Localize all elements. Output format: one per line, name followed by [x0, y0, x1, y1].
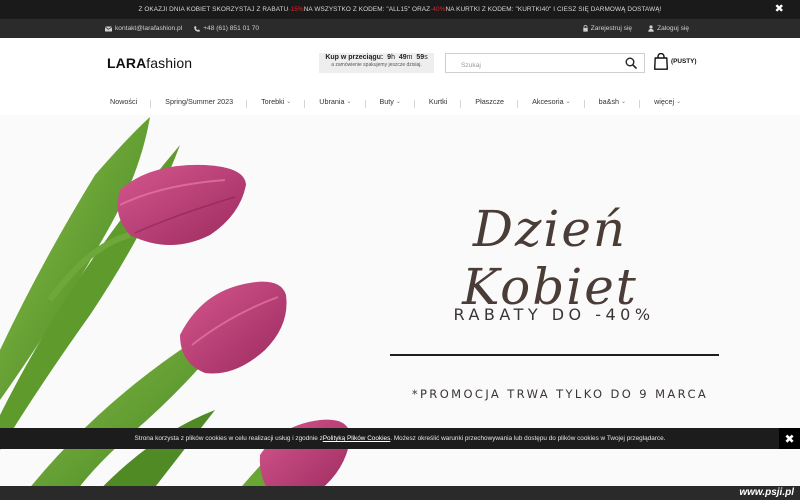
contact-bar: kontakt@larafashion.pl +48 (61) 851 01 7… [0, 19, 800, 38]
login-link[interactable]: Zaloguj się [648, 25, 689, 32]
search-input[interactable] [446, 56, 616, 75]
countdown-label: Kup w przeciągu: [325, 54, 384, 61]
bottom-bar [0, 486, 800, 500]
nav-label: Kurtki [428, 96, 448, 106]
nav-label: więcej [654, 96, 675, 106]
nav-item-plaszcze[interactable]: Płaszcze [461, 96, 518, 108]
logo-bold: LARA [107, 55, 147, 71]
nav-label: Ubrania [319, 96, 345, 106]
hero-promo-note: *PROMOCJA TRWA TYLKO DO 9 MARCA [411, 387, 709, 401]
chevron-down-icon: ⌄ [346, 98, 352, 105]
nav-item-kurtki[interactable]: Kurtki [415, 96, 462, 108]
nav-item-spring-summer[interactable]: Spring/Summer 2023 [151, 96, 248, 108]
cookie-text-1: Strona korzysta z plików cookies w celu … [134, 435, 323, 442]
promo-close-icon[interactable]: ✖ [775, 3, 784, 15]
site-logo[interactable]: LARAfashion [107, 55, 192, 71]
nav-label: Płaszcze [475, 96, 505, 106]
lock-icon [582, 25, 588, 32]
shipping-countdown: Kup w przeciągu: 9h 49m 59s a zamówienie… [319, 53, 434, 73]
countdown-hours-unit: h [391, 54, 395, 61]
login-label: Zaloguj się [657, 25, 689, 32]
nav-label: Spring/Summer 2023 [165, 96, 234, 106]
nav-item-torebki[interactable]: Torebki ⌄ [247, 96, 306, 108]
nav-item-akcesoria[interactable]: Akcesoria ⌄ [518, 96, 585, 108]
nav-item-buty[interactable]: Buty ⌄ [366, 96, 416, 108]
nav-label: Nowości [110, 96, 138, 106]
nav-label: Akcesoria [532, 96, 564, 106]
register-label: Zarejestruj się [590, 25, 633, 32]
nav-item-bash[interactable]: ba&sh ⌄ [585, 96, 641, 108]
cookie-close-icon[interactable]: ✖ [779, 428, 800, 449]
chevron-down-icon: ⌄ [621, 98, 627, 105]
register-link[interactable]: Zarejestruj się [582, 25, 633, 32]
shopping-bag-icon [654, 53, 668, 70]
contact-phone: +48 (61) 851 01 70 [203, 25, 260, 32]
nav-label: ba&sh [598, 96, 620, 106]
chevron-down-icon: ⌄ [565, 98, 571, 105]
promo-discount-1: -15% [288, 6, 304, 13]
countdown-minutes-unit: m [406, 54, 413, 61]
cart-label: (PUSTY) [671, 58, 697, 65]
cookie-text-2: . Możesz określić warunki przechowywania… [390, 435, 666, 442]
logo-light: fashion [146, 55, 193, 71]
nav-item-ubrania[interactable]: Ubrania ⌄ [305, 96, 366, 108]
hero-subtitle: RABATY DO -40% [453, 305, 655, 324]
hero-title: Dzień Kobiet [462, 200, 638, 316]
cookie-banner: Strona korzysta z plików cookies w celu … [0, 428, 800, 449]
user-icon [648, 25, 654, 32]
search-icon[interactable] [625, 57, 637, 69]
countdown-seconds-unit: s [424, 54, 428, 61]
search-box [445, 53, 645, 75]
countdown-timer: Kup w przeciągu: 9h 49m 59s [319, 54, 434, 61]
watermark: www.psji.pl [739, 487, 794, 498]
contact-email: kontakt@larafashion.pl [115, 25, 183, 32]
main-nav: Nowości Spring/Summer 2023 Torebki ⌄ Ubra… [96, 92, 695, 110]
countdown-minutes: 49 [398, 54, 407, 61]
hero-divider [390, 354, 719, 356]
promo-bar: Z OKAZJI DNIA KOBIET SKORZYSTAJ Z RABATU… [0, 0, 800, 19]
promo-text-2: NA WSZYSTKO Z KODEM: "ALL15" ORAZ [303, 6, 431, 13]
cart-button[interactable]: (PUSTY) [654, 53, 697, 70]
phone-icon [194, 25, 200, 32]
cookie-policy-link[interactable]: Polityką Plików Cookies [323, 435, 390, 442]
chevron-down-icon: ⌄ [676, 98, 682, 105]
promo-text-3: NA KURTKI Z KODEM: "KURTKI40" I CIESZ SI… [445, 6, 662, 13]
contact-phone-link[interactable]: +48 (61) 851 01 70 [194, 25, 259, 32]
nav-label: Buty [379, 96, 394, 106]
promo-discount-2: -40% [430, 6, 446, 13]
nav-label: Torebki [261, 96, 285, 106]
promo-text-1: Z OKAZJI DNIA KOBIET SKORZYSTAJ Z RABATU [138, 6, 289, 13]
contact-email-link[interactable]: kontakt@larafashion.pl [105, 25, 182, 32]
envelope-icon [105, 26, 112, 31]
countdown-note: a zamówienie spakujemy jeszcze dzisiaj. [331, 62, 422, 68]
chevron-down-icon: ⌄ [395, 98, 401, 105]
chevron-down-icon: ⌄ [286, 98, 292, 105]
nav-item-wiecej[interactable]: więcej ⌄ [640, 97, 695, 106]
nav-item-nowosci[interactable]: Nowości [96, 96, 152, 108]
